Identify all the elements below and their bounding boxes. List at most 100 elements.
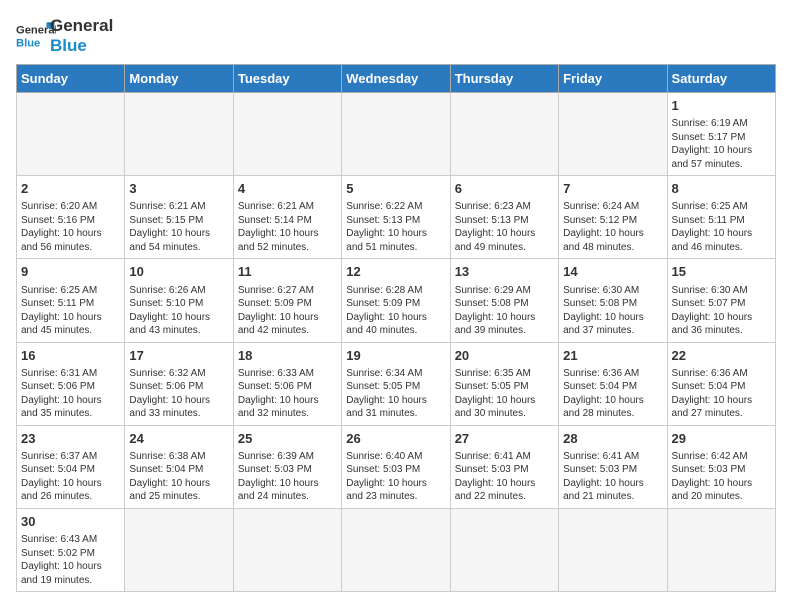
calendar-cell: 29Sunrise: 6:42 AM Sunset: 5:03 PM Dayli… [667, 425, 775, 508]
day-info: Sunrise: 6:41 AM Sunset: 5:03 PM Dayligh… [455, 450, 554, 504]
day-number: 6 [455, 180, 554, 198]
calendar-cell: 26 Sunrise: 6:40 AM Sunset: 5:03 PM Dayli… [342, 425, 450, 508]
calendar-week-4: 23 Sunrise: 6:37 AM Sunset: 5:04 PM Dayli… [17, 425, 776, 508]
calendar-cell: 4Sunrise: 6:21 AM Sunset: 5:14 PM Daylig… [233, 176, 341, 259]
calendar-cell [450, 508, 558, 591]
calendar-cell [559, 93, 667, 176]
calendar-cell [667, 508, 775, 591]
calendar-week-2: 9 Sunrise: 6:25 AM Sunset: 5:11 PM Daylig… [17, 259, 776, 342]
day-info: Sunrise: 6:39 AM Sunset: 5:03 PM Dayligh… [238, 450, 337, 504]
calendar-cell [450, 93, 558, 176]
calendar-cell: 8Sunrise: 6:25 AM Sunset: 5:11 PM Daylig… [667, 176, 775, 259]
calendar-cell: 22Sunrise: 6:36 AM Sunset: 5:04 PM Dayli… [667, 342, 775, 425]
calendar-cell: 17 Sunrise: 6:32 AM Sunset: 5:06 PM Dayli… [125, 342, 233, 425]
day-info: Sunrise: 6:32 AM Sunset: 5:06 PM Dayligh… [129, 367, 228, 421]
calendar-cell [342, 93, 450, 176]
calendar-header-sunday: Sunday [17, 65, 125, 93]
calendar-cell: 13 Sunrise: 6:29 AM Sunset: 5:08 PM Dayli… [450, 259, 558, 342]
day-info: Sunrise: 6:20 AM Sunset: 5:16 PM Dayligh… [21, 200, 120, 254]
day-number: 21 [563, 347, 662, 365]
calendar-header-wednesday: Wednesday [342, 65, 450, 93]
day-info: Sunrise: 6:24 AM Sunset: 5:12 PM Dayligh… [563, 200, 662, 254]
day-info: Sunrise: 6:30 AM Sunset: 5:07 PM Dayligh… [672, 284, 771, 338]
day-number: 8 [672, 180, 771, 198]
logo-general-text: General [50, 16, 113, 36]
svg-text:Blue: Blue [16, 37, 40, 49]
day-info: Sunrise: 6:22 AM Sunset: 5:13 PM Dayligh… [346, 200, 445, 254]
day-number: 9 [21, 263, 120, 281]
calendar-header-tuesday: Tuesday [233, 65, 341, 93]
page-header: General Blue General Blue [16, 16, 776, 56]
day-info: Sunrise: 6:34 AM Sunset: 5:05 PM Dayligh… [346, 367, 445, 421]
calendar-header-thursday: Thursday [450, 65, 558, 93]
day-info: Sunrise: 6:36 AM Sunset: 5:04 PM Dayligh… [672, 367, 771, 421]
day-info: Sunrise: 6:33 AM Sunset: 5:06 PM Dayligh… [238, 367, 337, 421]
calendar-header-saturday: Saturday [667, 65, 775, 93]
calendar-cell: 12Sunrise: 6:28 AM Sunset: 5:09 PM Dayli… [342, 259, 450, 342]
day-info: Sunrise: 6:41 AM Sunset: 5:03 PM Dayligh… [563, 450, 662, 504]
day-number: 28 [563, 430, 662, 448]
calendar-header-friday: Friday [559, 65, 667, 93]
day-info: Sunrise: 6:36 AM Sunset: 5:04 PM Dayligh… [563, 367, 662, 421]
logo: General Blue General Blue [16, 16, 113, 56]
calendar-cell: 20Sunrise: 6:35 AM Sunset: 5:05 PM Dayli… [450, 342, 558, 425]
calendar-cell: 28 Sunrise: 6:41 AM Sunset: 5:03 PM Dayli… [559, 425, 667, 508]
day-number: 16 [21, 347, 120, 365]
day-info: Sunrise: 6:38 AM Sunset: 5:04 PM Dayligh… [129, 450, 228, 504]
day-number: 1 [672, 97, 771, 115]
calendar-cell: 19 Sunrise: 6:34 AM Sunset: 5:05 PM Dayli… [342, 342, 450, 425]
calendar-cell: 25 Sunrise: 6:39 AM Sunset: 5:03 PM Dayli… [233, 425, 341, 508]
day-info: Sunrise: 6:35 AM Sunset: 5:05 PM Dayligh… [455, 367, 554, 421]
calendar-cell: 3 Sunrise: 6:21 AM Sunset: 5:15 PM Daylig… [125, 176, 233, 259]
day-number: 5 [346, 180, 445, 198]
calendar-cell: 6 Sunrise: 6:23 AM Sunset: 5:13 PM Daylig… [450, 176, 558, 259]
day-number: 4 [238, 180, 337, 198]
day-info: Sunrise: 6:40 AM Sunset: 5:03 PM Dayligh… [346, 450, 445, 504]
logo-blue-text: Blue [50, 36, 113, 56]
calendar-cell: 2 Sunrise: 6:20 AM Sunset: 5:16 PM Daylig… [17, 176, 125, 259]
calendar-cell: 24 Sunrise: 6:38 AM Sunset: 5:04 PM Dayli… [125, 425, 233, 508]
day-number: 3 [129, 180, 228, 198]
calendar-cell: 16 Sunrise: 6:31 AM Sunset: 5:06 PM Dayli… [17, 342, 125, 425]
day-number: 15 [672, 263, 771, 281]
day-info: Sunrise: 6:27 AM Sunset: 5:09 PM Dayligh… [238, 284, 337, 338]
day-info: Sunrise: 6:43 AM Sunset: 5:02 PM Dayligh… [21, 533, 120, 587]
day-info: Sunrise: 6:23 AM Sunset: 5:13 PM Dayligh… [455, 200, 554, 254]
calendar-table: SundayMondayTuesdayWednesdayThursdayFrid… [16, 64, 776, 592]
day-number: 30 [21, 513, 120, 531]
day-number: 13 [455, 263, 554, 281]
day-info: Sunrise: 6:28 AM Sunset: 5:09 PM Dayligh… [346, 284, 445, 338]
day-info: Sunrise: 6:42 AM Sunset: 5:03 PM Dayligh… [672, 450, 771, 504]
day-number: 2 [21, 180, 120, 198]
calendar-cell [125, 508, 233, 591]
day-number: 26 [346, 430, 445, 448]
calendar-cell: 7 Sunrise: 6:24 AM Sunset: 5:12 PM Daylig… [559, 176, 667, 259]
calendar-cell: 23 Sunrise: 6:37 AM Sunset: 5:04 PM Dayli… [17, 425, 125, 508]
day-info: Sunrise: 6:31 AM Sunset: 5:06 PM Dayligh… [21, 367, 120, 421]
calendar-cell [342, 508, 450, 591]
calendar-cell: 10Sunrise: 6:26 AM Sunset: 5:10 PM Dayli… [125, 259, 233, 342]
day-info: Sunrise: 6:37 AM Sunset: 5:04 PM Dayligh… [21, 450, 120, 504]
day-info: Sunrise: 6:21 AM Sunset: 5:15 PM Dayligh… [129, 200, 228, 254]
day-info: Sunrise: 6:19 AM Sunset: 5:17 PM Dayligh… [672, 117, 771, 171]
day-info: Sunrise: 6:29 AM Sunset: 5:08 PM Dayligh… [455, 284, 554, 338]
day-info: Sunrise: 6:25 AM Sunset: 5:11 PM Dayligh… [21, 284, 120, 338]
calendar-cell: 14Sunrise: 6:30 AM Sunset: 5:08 PM Dayli… [559, 259, 667, 342]
day-number: 24 [129, 430, 228, 448]
calendar-cell: 9 Sunrise: 6:25 AM Sunset: 5:11 PM Daylig… [17, 259, 125, 342]
day-number: 7 [563, 180, 662, 198]
day-number: 14 [563, 263, 662, 281]
calendar-cell: 18Sunrise: 6:33 AM Sunset: 5:06 PM Dayli… [233, 342, 341, 425]
calendar-cell [559, 508, 667, 591]
day-number: 17 [129, 347, 228, 365]
calendar-cell [233, 508, 341, 591]
day-number: 23 [21, 430, 120, 448]
calendar-cell: 11Sunrise: 6:27 AM Sunset: 5:09 PM Dayli… [233, 259, 341, 342]
calendar-week-5: 30 Sunrise: 6:43 AM Sunset: 5:02 PM Dayli… [17, 508, 776, 591]
day-number: 25 [238, 430, 337, 448]
calendar-header-monday: Monday [125, 65, 233, 93]
calendar-cell: 30 Sunrise: 6:43 AM Sunset: 5:02 PM Dayli… [17, 508, 125, 591]
day-number: 19 [346, 347, 445, 365]
calendar-cell: 1 Sunrise: 6:19 AM Sunset: 5:17 PM Daylig… [667, 93, 775, 176]
calendar-cell: 27Sunrise: 6:41 AM Sunset: 5:03 PM Dayli… [450, 425, 558, 508]
